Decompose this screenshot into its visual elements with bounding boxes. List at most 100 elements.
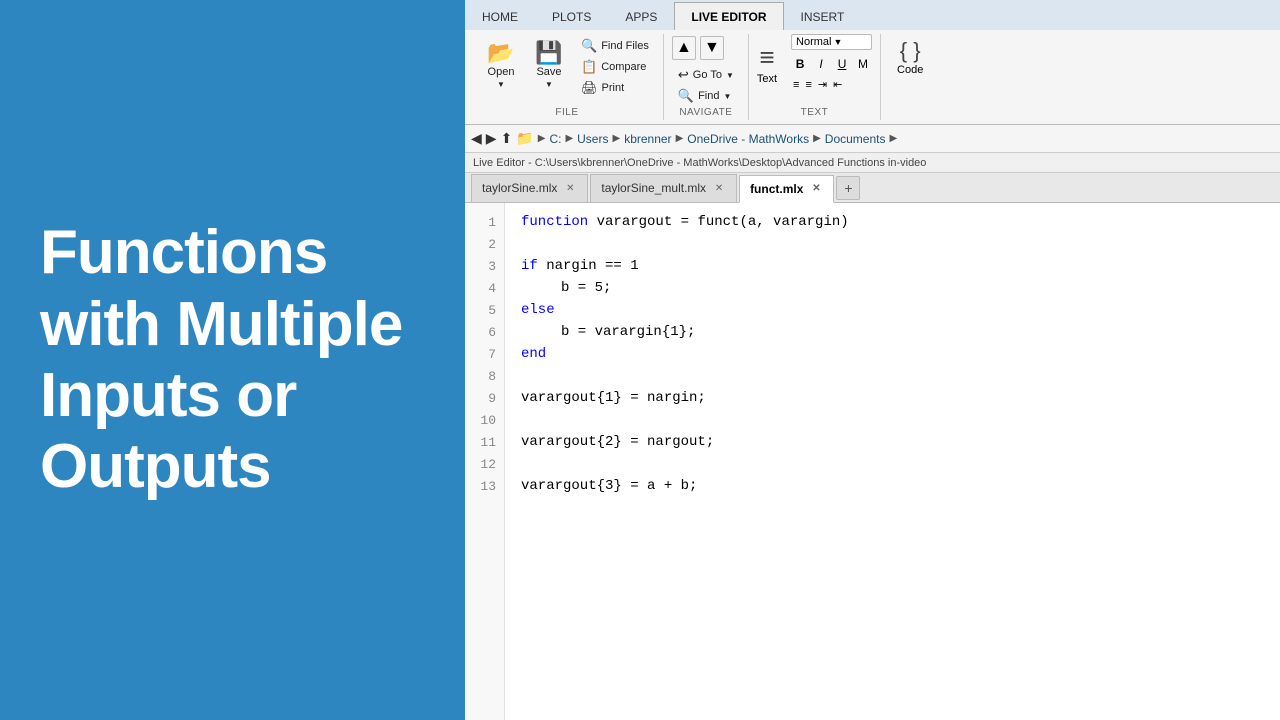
italic-button[interactable]: I (812, 55, 830, 73)
line-num-5: 5 (465, 299, 504, 321)
code-line-4: b = 5; (521, 277, 1264, 299)
print-icon: 🖨 (581, 80, 598, 96)
tab-insert[interactable]: INSERT (784, 2, 862, 30)
code-line-6: b = varargin{1}; (521, 321, 1264, 343)
path-arrow-4: ▶ (676, 133, 684, 144)
navigate-group-label: NAVIGATE (679, 107, 732, 120)
path-bar: ◀ ▶ ⬆ 📁 ▶ C: ▶ Users ▶ kbrenner ▶ OneDri… (465, 125, 1280, 153)
goto-icon: ↩ (678, 67, 689, 83)
file-group-label: FILE (555, 107, 578, 120)
text-button[interactable]: ≡ Text (757, 42, 777, 85)
open-button[interactable]: 📂 Open ▼ (479, 34, 523, 96)
path-arrow-3: ▶ (612, 133, 620, 144)
close-taylorsine-mult[interactable]: ✕ (712, 181, 726, 195)
bold-button[interactable]: B (791, 55, 809, 73)
close-taylorsine[interactable]: ✕ (563, 181, 577, 195)
tab-funct[interactable]: funct.mlx ✕ (739, 175, 834, 203)
title-text: Functions with Multiple Inputs or Output… (40, 217, 425, 502)
code-line-5: else (521, 299, 1264, 321)
line-num-10: 10 (465, 409, 504, 431)
ribbon-group-code: { } Code (881, 34, 939, 120)
ribbon-content: 📂 Open ▼ 💾 Save ▼ 🔍 Find Files (465, 30, 1280, 125)
list-indent-btn[interactable]: ⇥ (816, 77, 829, 92)
ribbon-group-file: 📂 Open ▼ 💾 Save ▼ 🔍 Find Files (471, 34, 664, 120)
open-icon: 📂 (487, 42, 514, 64)
tab-plots[interactable]: PLOTS (535, 2, 608, 30)
navigate-col: ▲ ▼ ↩ Go To ▼ 🔍 Find ▼ (672, 34, 740, 106)
ribbon-group-navigate: ▲ ▼ ↩ Go To ▼ 🔍 Find ▼ NAVIGATE (664, 34, 749, 120)
code-line-9: varargout{1} = nargin; (521, 387, 1264, 409)
path-c[interactable]: C: (549, 132, 561, 146)
compare-icon: 📋 (581, 59, 597, 75)
style-dropdown[interactable]: Normal ▼ (791, 34, 872, 50)
status-text: Live Editor - C:\Users\kbrenner\OneDrive… (473, 157, 926, 169)
print-button[interactable]: 🖨 Print (575, 78, 655, 98)
text-row1: ≡ Text Normal ▼ B I U M (757, 34, 872, 92)
line-num-3: 3 (465, 255, 504, 277)
line-num-2: 2 (465, 233, 504, 255)
code-line-12 (521, 453, 1264, 475)
tab-home[interactable]: HOME (465, 2, 535, 30)
file-tabs: taylorSine.mlx ✕ taylorSine_mult.mlx ✕ f… (465, 173, 1280, 203)
text-formatting: B I U M (791, 55, 872, 73)
path-arrow-6: ▶ (889, 133, 897, 144)
path-arrow-5: ▶ (813, 133, 821, 144)
text-icon: ≡ (759, 42, 774, 73)
nav-arrows: ▲ ▼ (672, 36, 740, 64)
path-documents[interactable]: Documents (825, 132, 886, 146)
add-tab-button[interactable]: + (836, 176, 860, 200)
path-kbrenner[interactable]: kbrenner (624, 132, 671, 146)
path-onedrive[interactable]: OneDrive - MathWorks (687, 132, 809, 146)
list-formatting: ≡ ≡ ⇥ ⇤ (791, 77, 872, 92)
save-arrow: ▼ (545, 80, 553, 89)
compare-button[interactable]: 📋 Compare (575, 57, 655, 77)
code-content[interactable]: function varargout = funct(a, varargin) … (505, 203, 1280, 720)
code-editor: 1 2 3 4 5 6 7 8 9 10 11 12 13 function v… (465, 203, 1280, 720)
line-num-6: 6 (465, 321, 504, 343)
code-line-7: end (521, 343, 1264, 365)
path-forward-icon[interactable]: ▶ (486, 130, 497, 147)
code-line-10 (521, 409, 1264, 431)
tab-live-editor[interactable]: LIVE EDITOR (674, 2, 783, 30)
code-line-13: varargout{3} = a + b; (521, 475, 1264, 497)
tab-taylorsine-mult[interactable]: taylorSine_mult.mlx ✕ (590, 174, 737, 202)
ribbon-group-text: ≡ Text Normal ▼ B I U M (749, 34, 881, 120)
code-line-8 (521, 365, 1264, 387)
path-arrow-2: ▶ (565, 133, 573, 144)
code-button[interactable]: { } Code (889, 34, 931, 80)
code-group-content: { } Code (889, 34, 931, 80)
line-num-11: 11 (465, 431, 504, 453)
line-num-12: 12 (465, 453, 504, 475)
path-back-icon[interactable]: ◀ (471, 130, 482, 147)
line-num-8: 8 (465, 365, 504, 387)
find-files-button[interactable]: 🔍 Find Files (575, 36, 655, 56)
nav-down-button[interactable]: ▼ (700, 36, 724, 60)
find-files-icon: 🔍 (581, 38, 597, 54)
code-line-3: if nargin == 1 (521, 255, 1264, 277)
goto-button[interactable]: ↩ Go To ▼ (672, 65, 740, 85)
text-right-col: Normal ▼ B I U M ≡ ≡ ⇥ (791, 34, 872, 92)
left-panel: Functions with Multiple Inputs or Output… (0, 0, 465, 720)
path-users[interactable]: Users (577, 132, 608, 146)
list-number-btn[interactable]: ≡ (803, 78, 813, 92)
code-line-2 (521, 233, 1264, 255)
close-funct[interactable]: ✕ (809, 182, 823, 196)
find-button[interactable]: 🔍 Find ▼ (672, 86, 740, 106)
tab-taylorsine[interactable]: taylorSine.mlx ✕ (471, 174, 588, 202)
folder-icon[interactable]: 📁 (516, 130, 533, 147)
path-up-icon[interactable]: ⬆ (501, 130, 513, 147)
save-button[interactable]: 💾 Save ▼ (527, 34, 571, 96)
underline-button[interactable]: U (833, 55, 851, 73)
line-num-7: 7 (465, 343, 504, 365)
math-button[interactable]: M (854, 55, 872, 73)
list-outdent-btn[interactable]: ⇤ (831, 77, 844, 92)
text-group-content: ≡ Text Normal ▼ B I U M (757, 34, 872, 92)
list-bullet-btn[interactable]: ≡ (791, 78, 801, 92)
file-buttons: 📂 Open ▼ 💾 Save ▼ 🔍 Find Files (479, 34, 655, 107)
code-line-11: varargout{2} = nargout; (521, 431, 1264, 453)
path-arrow-1: ▶ (538, 133, 546, 144)
ribbon-tab-bar: HOME PLOTS APPS LIVE EDITOR INSERT (465, 0, 1280, 30)
nav-up-button[interactable]: ▲ (672, 36, 696, 60)
tab-apps[interactable]: APPS (608, 2, 674, 30)
line-numbers: 1 2 3 4 5 6 7 8 9 10 11 12 13 (465, 203, 505, 720)
